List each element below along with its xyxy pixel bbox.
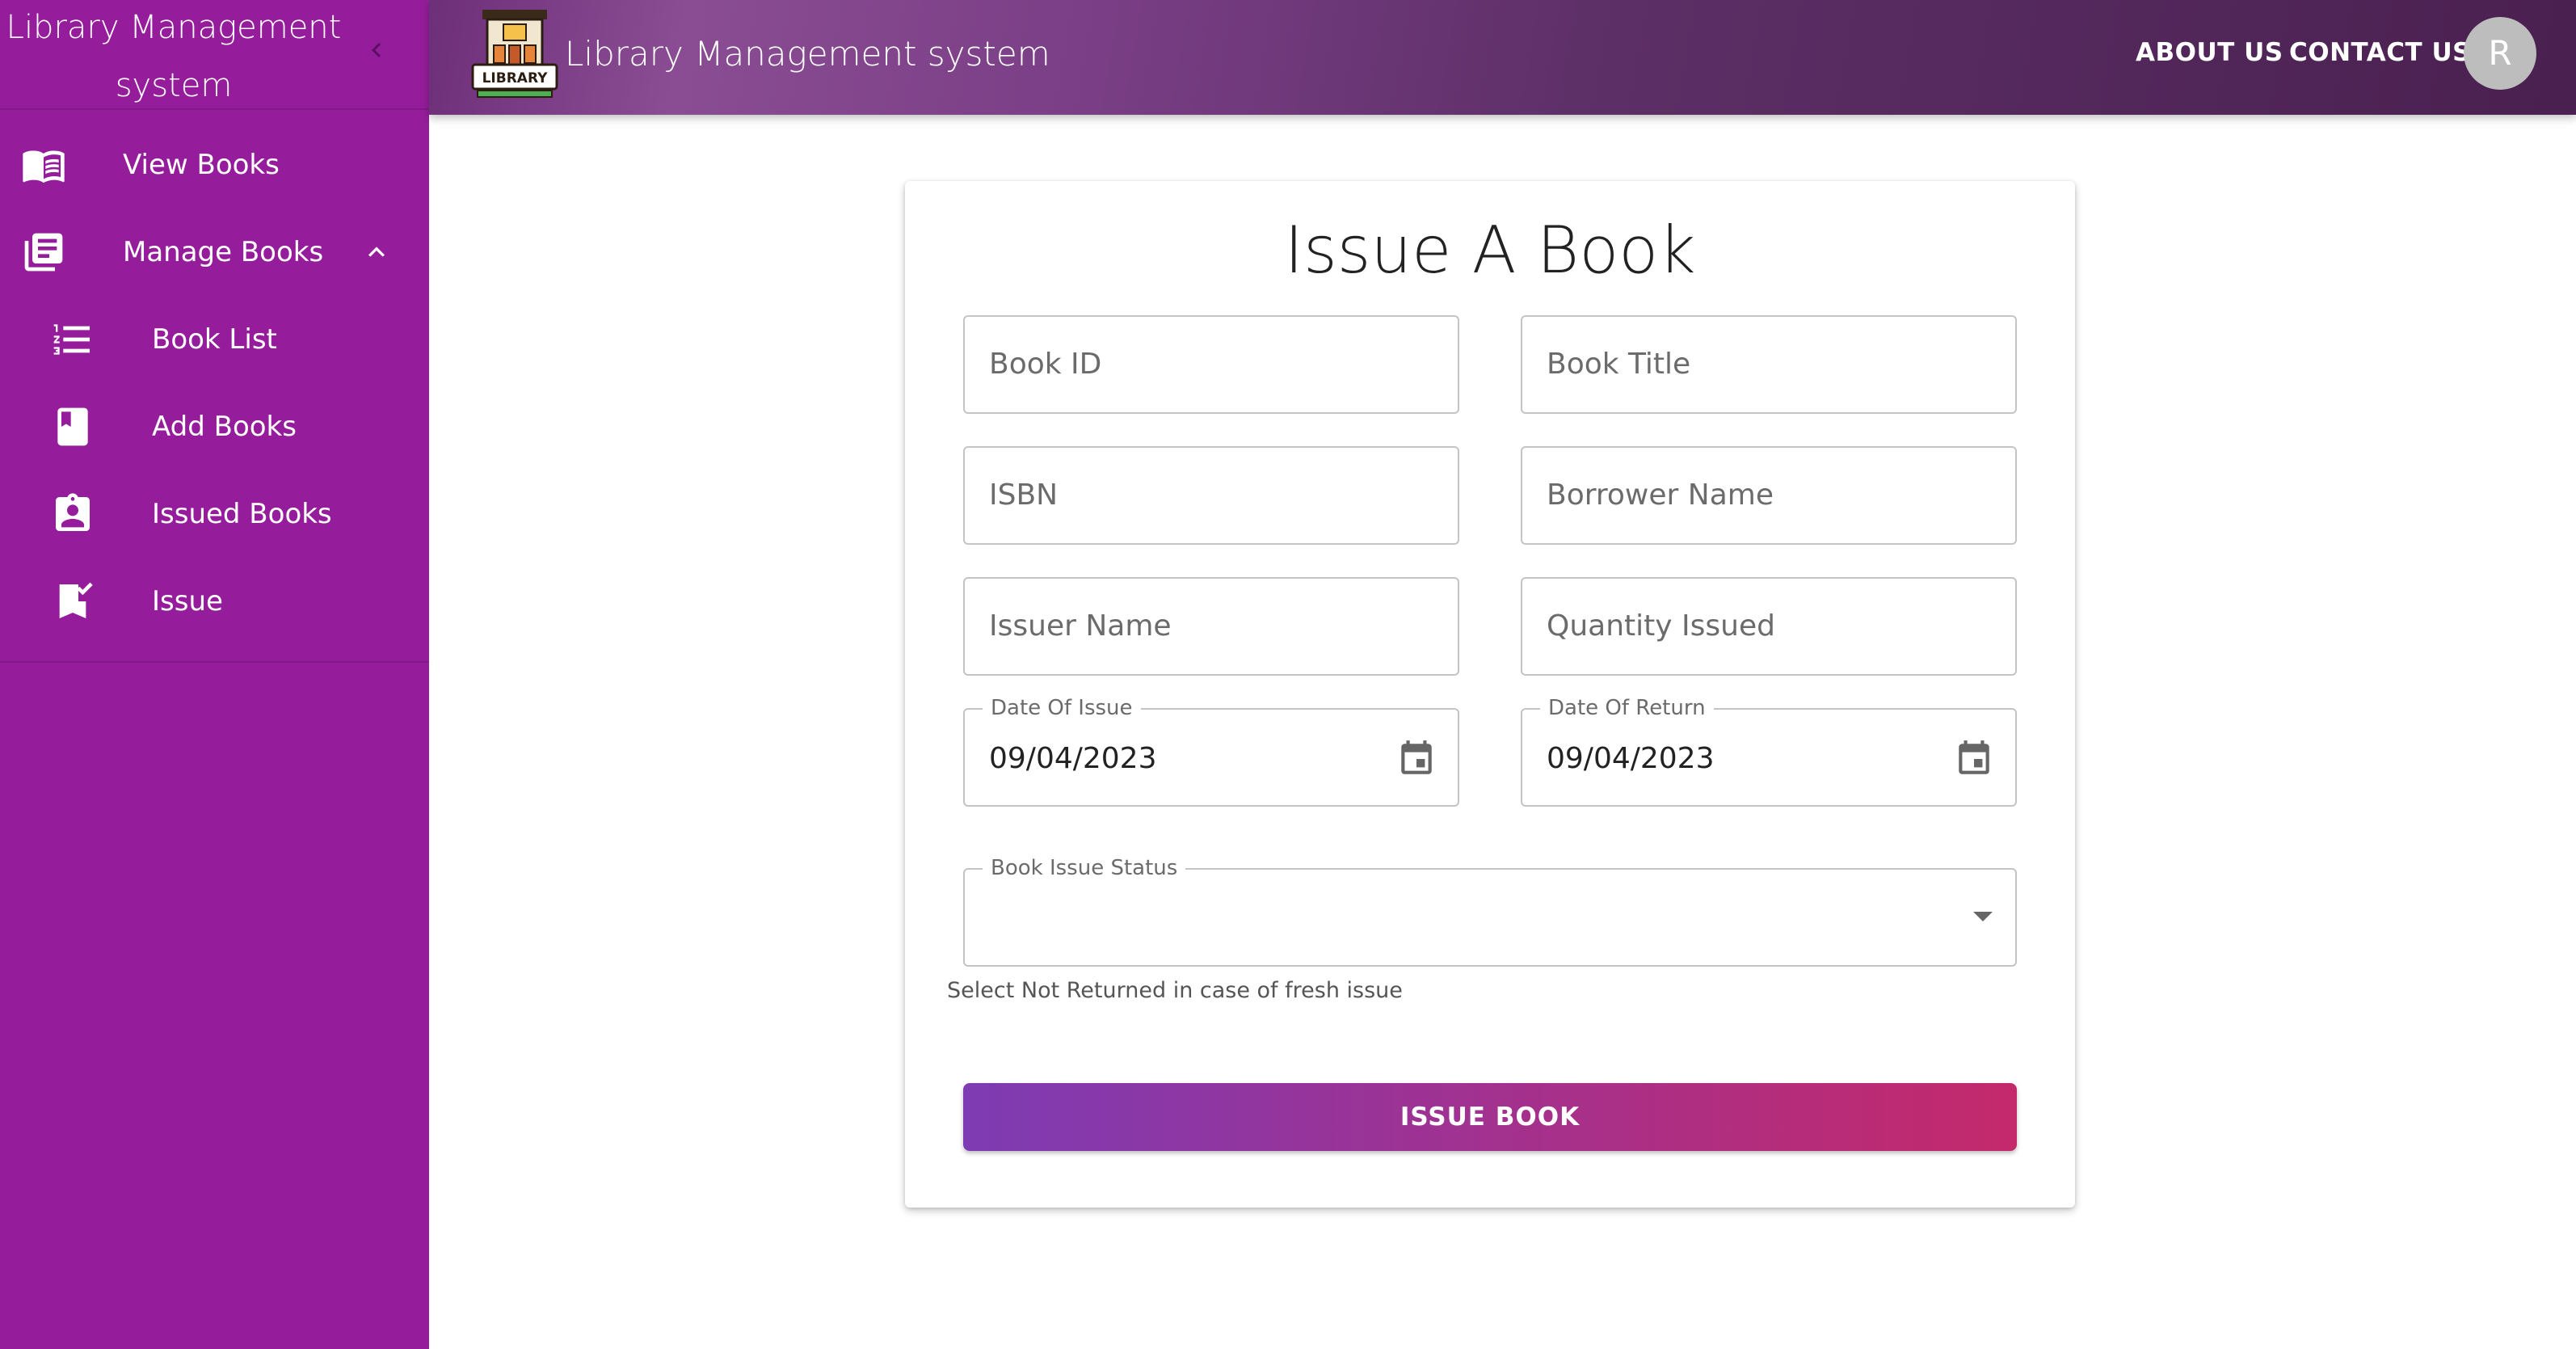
- contact-us-link[interactable]: CONTACT US: [2289, 0, 2471, 105]
- quantity-issued-field[interactable]: Quantity Issued: [1521, 577, 2017, 676]
- open-book-icon: [23, 150, 65, 183]
- issue-book-card: Issue A Book Book ID Book Title ISBN Bor…: [905, 181, 2075, 1208]
- book-issue-status-label: Book Issue Status: [983, 855, 1186, 881]
- book-id-field[interactable]: Book ID: [963, 315, 1459, 414]
- chevron-left-icon[interactable]: [362, 32, 391, 68]
- sidebar-item-add-books[interactable]: Add Books: [0, 386, 429, 467]
- status-helper-text: Select Not Returned in case of fresh iss…: [947, 978, 1403, 1003]
- calendar-icon[interactable]: [1954, 739, 1994, 779]
- issuer-name-placeholder: Issuer Name: [989, 609, 1172, 643]
- sidebar-title: Library Management system: [6, 9, 342, 104]
- dropdown-arrow-icon[interactable]: [1973, 912, 1993, 921]
- book-icon: [57, 407, 88, 446]
- quantity-issued-placeholder: Quantity Issued: [1547, 609, 1775, 643]
- sidebar-item-label: Issued Books: [152, 498, 332, 530]
- borrower-name-field[interactable]: Borrower Name: [1521, 446, 2017, 545]
- isbn-placeholder: ISBN: [989, 478, 1059, 512]
- sidebar-divider: [0, 661, 429, 663]
- page-title: Issue A Book: [1284, 213, 1696, 288]
- book-title-placeholder: Book Title: [1547, 348, 1691, 381]
- date-of-issue-value: 09/04/2023: [989, 742, 1157, 775]
- avatar[interactable]: R: [2464, 17, 2536, 90]
- issuer-name-field[interactable]: Issuer Name: [963, 577, 1459, 676]
- sidebar-header: Library Management system: [0, 0, 429, 110]
- assignment-ind-icon: [56, 493, 90, 531]
- app-bar: LIBRARY Library Management system ABOUT …: [429, 0, 2576, 115]
- sidebar-item-label: View Books: [123, 149, 280, 181]
- date-of-issue-field[interactable]: Date Of Issue 09/04/2023: [963, 695, 1459, 807]
- borrower-name-placeholder: Borrower Name: [1547, 478, 1774, 512]
- bookmark-check-icon: [59, 582, 93, 618]
- isbn-field[interactable]: ISBN: [963, 446, 1459, 545]
- date-of-return-field[interactable]: Date Of Return 09/04/2023: [1521, 695, 2017, 807]
- sidebar-item-book-list[interactable]: Book List: [0, 299, 429, 380]
- book-issue-status-select[interactable]: Book Issue Status: [963, 855, 2017, 967]
- logo-text: LIBRARY: [482, 70, 549, 86]
- list-icon: [53, 324, 90, 355]
- sidebar-item-issued-books[interactable]: Issued Books: [0, 474, 429, 554]
- sidebar-item-manage-books[interactable]: Manage Books: [0, 212, 429, 293]
- book-id-placeholder: Book ID: [989, 348, 1102, 381]
- library-logo-icon[interactable]: LIBRARY: [469, 6, 560, 100]
- app-title: Library Management system: [565, 34, 1050, 74]
- sidebar-item-label: Manage Books: [123, 236, 324, 268]
- sidebar-item-view-books[interactable]: View Books: [0, 124, 429, 205]
- calendar-icon[interactable]: [1396, 739, 1437, 779]
- issue-book-button[interactable]: ISSUE BOOK: [963, 1083, 2017, 1151]
- library-books-icon: [24, 233, 63, 272]
- sidebar-item-issue[interactable]: Issue: [0, 561, 429, 642]
- sidebar-item-label: Book List: [152, 323, 277, 356]
- sidebar-item-label: Issue: [152, 585, 223, 618]
- date-of-return-value: 09/04/2023: [1547, 742, 1715, 775]
- about-us-link[interactable]: ABOUT US: [2136, 0, 2283, 105]
- sidebar: Library Management system View Books Man…: [0, 0, 429, 1349]
- sidebar-item-label: Add Books: [152, 411, 297, 443]
- book-title-field[interactable]: Book Title: [1521, 315, 2017, 414]
- chevron-up-icon[interactable]: [360, 236, 393, 268]
